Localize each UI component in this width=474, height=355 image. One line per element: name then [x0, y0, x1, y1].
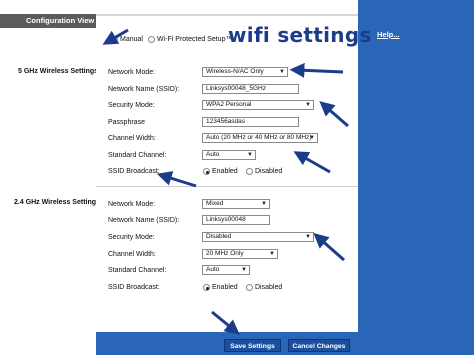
- chevron-down-icon: ▼: [261, 201, 267, 207]
- manual-label: Manual: [120, 36, 143, 43]
- chevron-down-icon: ▼: [305, 234, 311, 240]
- ssid-input-5ghz[interactable]: Linksys00048_5GHz: [202, 84, 299, 94]
- standard-channel-label-24ghz: Standard Channel:: [108, 267, 167, 274]
- standard-channel-value-5ghz: Auto: [206, 151, 220, 158]
- standard-channel-label-5ghz: Standard Channel:: [108, 152, 167, 159]
- channel-width-label-24ghz: Channel Width:: [108, 251, 156, 258]
- security-mode-select-24ghz[interactable]: Disabled ▼: [202, 232, 314, 242]
- security-mode-value-24ghz: Disabled: [206, 233, 232, 240]
- network-mode-value-5ghz: Wireless-N/AC Only: [206, 68, 264, 75]
- chevron-down-icon: ▼: [305, 102, 311, 108]
- ssid-broadcast-disabled-radio-24ghz[interactable]: [246, 284, 253, 291]
- chevron-down-icon: ▼: [279, 69, 285, 75]
- enabled-label-5ghz: Enabled: [212, 168, 238, 175]
- ssid-label-5ghz: Network Name (SSID):: [108, 86, 180, 93]
- chevron-down-icon: ▼: [269, 251, 275, 257]
- enabled-label-24ghz: Enabled: [212, 284, 238, 291]
- ssid-input-24ghz[interactable]: Linksys00048: [202, 215, 270, 225]
- chevron-down-icon: ▼: [247, 152, 253, 158]
- band-divider: [96, 186, 358, 187]
- security-mode-select-5ghz[interactable]: WPA2 Personal ▼: [202, 100, 314, 110]
- passphrase-label-5ghz: Passphrase: [108, 119, 145, 126]
- standard-channel-select-24ghz[interactable]: Auto ▼: [202, 265, 250, 275]
- channel-width-select-5ghz[interactable]: Auto (20 MHz or 40 MHz or 80 MHz) ▼: [202, 133, 318, 143]
- channel-width-select-24ghz[interactable]: 20 MHz Only ▼: [202, 249, 278, 259]
- chevron-down-icon: ▼: [309, 135, 315, 141]
- network-mode-value-24ghz: Mixed: [206, 200, 224, 207]
- wps-radio[interactable]: [148, 36, 155, 43]
- disabled-label-5ghz: Disabled: [255, 168, 283, 175]
- network-mode-select-5ghz[interactable]: Wireless-N/AC Only ▼: [202, 67, 288, 77]
- ssid-label-24ghz: Network Name (SSID):: [108, 217, 180, 224]
- help-panel: [358, 0, 474, 355]
- section-label-5ghz: 5 GHz Wireless Settings: [18, 68, 99, 75]
- standard-channel-value-24ghz: Auto: [206, 266, 220, 273]
- sidebar-header: Configuration View: [0, 14, 96, 28]
- annotation-title: wifi settings: [228, 23, 372, 47]
- channel-width-value-5ghz: Auto (20 MHz or 40 MHz or 80 MHz): [206, 134, 312, 141]
- ssid-broadcast-enabled-radio-24ghz[interactable]: [203, 284, 210, 291]
- standard-channel-select-5ghz[interactable]: Auto ▼: [202, 150, 256, 160]
- channel-width-value-24ghz: 20 MHz Only: [206, 250, 244, 257]
- ssid-broadcast-disabled-radio-5ghz[interactable]: [246, 168, 253, 175]
- security-mode-value-5ghz: WPA2 Personal: [206, 101, 252, 108]
- help-link[interactable]: Help...: [377, 30, 400, 39]
- disabled-label-24ghz: Disabled: [255, 284, 283, 291]
- section-label-24ghz: 2.4 GHz Wireless Settings: [14, 199, 100, 206]
- security-mode-label-24ghz: Security Mode:: [108, 234, 155, 241]
- top-divider: [96, 14, 358, 16]
- sidebar: [0, 0, 96, 355]
- network-mode-label-5ghz: Network Mode:: [108, 69, 156, 76]
- wps-label: Wi-Fi Protected Setup™: [157, 36, 233, 43]
- settings-panel: [96, 0, 358, 355]
- network-mode-label-24ghz: Network Mode:: [108, 201, 156, 208]
- cancel-changes-button[interactable]: Cancel Changes: [288, 339, 350, 352]
- network-mode-select-24ghz[interactable]: Mixed ▼: [202, 199, 270, 209]
- channel-width-label-5ghz: Channel Width:: [108, 135, 156, 142]
- chevron-down-icon: ▼: [241, 267, 247, 273]
- manual-radio[interactable]: [111, 36, 118, 43]
- save-settings-button[interactable]: Save Settings: [224, 339, 281, 352]
- ssid-broadcast-enabled-radio-5ghz[interactable]: [203, 168, 210, 175]
- ssid-broadcast-label-5ghz: SSID Broadcast:: [108, 168, 160, 175]
- passphrase-input-5ghz[interactable]: 123456asdas: [202, 117, 299, 127]
- security-mode-label-5ghz: Security Mode:: [108, 102, 155, 109]
- ssid-broadcast-label-24ghz: SSID Broadcast:: [108, 284, 160, 291]
